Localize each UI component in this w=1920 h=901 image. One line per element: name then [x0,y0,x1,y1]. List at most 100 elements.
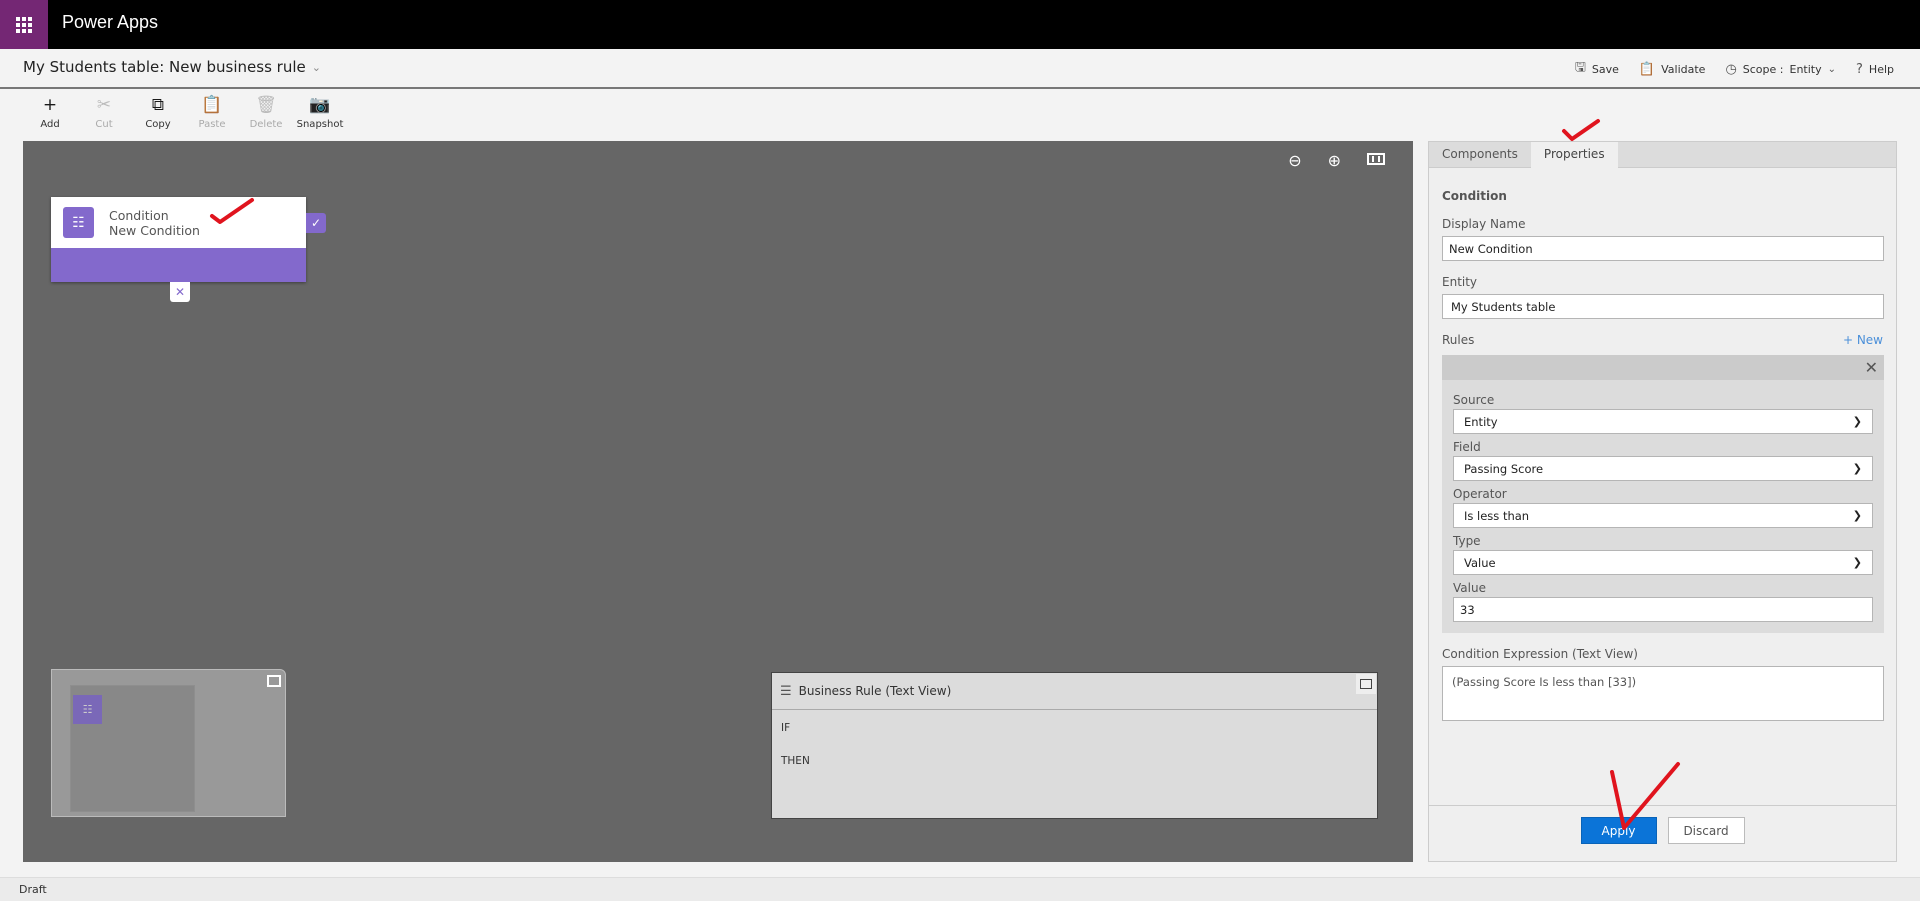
source-label: Source [1453,393,1495,407]
cut-label: Cut [95,119,113,130]
validate-button[interactable]: 📋 Validate [1639,62,1706,77]
text-view-title: Business Rule (Text View) [798,684,952,698]
panel-actions: Apply Discard [1429,805,1896,861]
node-drop-zone[interactable] [51,248,306,282]
fit-to-screen-icon[interactable] [1367,153,1385,165]
panel-tabs: Components Properties [1429,142,1896,169]
status-bar: Draft [0,877,1920,901]
type-select[interactable]: Value ❯ [1453,550,1873,575]
condition-node[interactable]: ☷ Condition New Condition [51,197,306,282]
true-branch-check-icon[interactable]: ✓ [306,213,326,233]
validate-label: Validate [1661,62,1706,76]
node-type: Condition [109,207,169,223]
app-launcher-button[interactable] [0,0,48,49]
help-icon: ? [1856,61,1863,77]
copy-button[interactable]: ⧉ Copy [131,96,185,130]
copy-label: Copy [145,119,171,130]
business-rule-text-view: ☰ Business Rule (Text View) IF THEN [771,672,1378,819]
minimap[interactable]: ☷ [51,669,286,817]
add-label: Add [40,119,60,130]
chevron-down-icon: ⌄ [1827,63,1837,75]
zoom-out-icon[interactable]: ⊖ [1288,151,1301,170]
chevron-down-icon: ❯ [1852,415,1862,428]
paste-button[interactable]: 📋 Paste [185,96,239,130]
minimap-toggle-icon[interactable] [267,675,281,687]
title-bar: My Students table: New business rule ⌄ 🖫… [0,49,1920,89]
entity-label: Entity [1442,275,1478,289]
text-view-toggle-icon[interactable] [1356,674,1376,694]
value-label: Value [1453,581,1486,595]
zoom-controls: ⊖ ⊕ [1288,151,1385,170]
expression-textarea[interactable]: (Passing Score Is less than [33]) [1442,666,1884,721]
scope-icon: ◷ [1725,61,1737,77]
operator-value: Is less than [1464,508,1530,523]
rules-label: Rules [1442,333,1475,347]
field-value: Passing Score [1464,461,1544,476]
paste-icon: 📋 [201,95,223,115]
zoom-in-icon[interactable]: ⊕ [1328,151,1341,170]
rule-settings-icon: ☰ [780,683,792,699]
source-value: Entity [1464,414,1498,429]
section-title: Condition [1442,189,1507,203]
display-name-label: Display Name [1442,217,1526,231]
snapshot-label: Snapshot [296,119,344,130]
copy-icon: ⧉ [151,95,165,115]
chevron-down-icon: ❯ [1852,556,1862,569]
app-title: Power Apps [62,12,159,32]
save-button[interactable]: 🖫 Save [1575,58,1619,80]
field-label: Field [1453,440,1481,454]
condition-icon: ☷ [63,207,94,238]
rule-card: ✕ Source Entity ❯ Field Passing Score ❯ … [1442,355,1884,633]
minimap-condition-icon: ☷ [73,695,102,724]
type-label: Type [1453,534,1481,548]
help-button[interactable]: ? Help [1856,62,1894,77]
help-label: Help [1868,62,1894,76]
scope-value: Entity [1789,62,1822,76]
cut-button[interactable]: ✂ Cut [77,96,131,130]
if-label: IF [781,722,791,734]
new-rule-link[interactable]: + New [1843,333,1883,347]
operator-select[interactable]: Is less than ❯ [1453,503,1873,528]
add-button[interactable]: + Add [23,96,77,130]
validate-icon: 📋 [1638,61,1656,77]
app-bar: Power Apps [0,0,1920,49]
value-input[interactable] [1453,597,1873,622]
plus-icon: + [42,95,58,115]
tab-components[interactable]: Components [1429,142,1531,167]
false-branch-x-icon[interactable]: ✕ [170,282,190,302]
scope-label: Scope : [1742,62,1784,76]
snapshot-button[interactable]: 📷 Snapshot [293,96,347,130]
rule-title-dropdown[interactable]: My Students table: New business rule ⌄ [23,58,321,76]
scissors-icon: ✂ [96,95,112,115]
camera-icon: 📷 [309,95,331,115]
chevron-down-icon: ❯ [1852,462,1862,475]
chevron-down-icon: ⌄ [311,60,321,74]
designer-canvas[interactable]: ⊖ ⊕ ☷ Condition New Condition ✓ ✕ ☷ ☰ Bu… [23,141,1413,862]
then-label: THEN [781,755,810,767]
delete-button[interactable]: 🗑 Delete [239,96,293,130]
chevron-down-icon: ❯ [1852,509,1862,522]
trash-icon: 🗑 [255,95,277,115]
save-label: Save [1591,62,1619,76]
tab-properties[interactable]: Properties [1530,142,1618,169]
paste-label: Paste [198,119,226,130]
node-name: New Condition [109,222,200,238]
discard-button[interactable]: Discard [1667,817,1745,844]
display-name-input[interactable] [1442,236,1884,261]
properties-panel: Components Properties Condition Display … [1428,141,1897,862]
waffle-icon [16,16,32,33]
delete-label: Delete [249,119,283,130]
scope-dropdown[interactable]: ◷ Scope : Entity ⌄ [1725,62,1836,77]
field-select[interactable]: Passing Score ❯ [1453,456,1873,481]
status-text: Draft [19,883,47,896]
save-icon: 🖫 [1574,60,1586,75]
entity-input[interactable] [1442,294,1884,319]
type-value: Value [1464,555,1496,570]
designer-toolbar: + Add ✂ Cut ⧉ Copy 📋 Paste 🗑 Delete 📷 Sn… [23,96,347,130]
operator-label: Operator [1453,487,1507,501]
source-select[interactable]: Entity ❯ [1453,409,1873,434]
apply-button[interactable]: Apply [1580,817,1657,844]
rule-title: My Students table: New business rule [23,58,306,76]
expression-label: Condition Expression (Text View) [1442,647,1638,661]
close-icon[interactable]: ✕ [1865,358,1878,377]
